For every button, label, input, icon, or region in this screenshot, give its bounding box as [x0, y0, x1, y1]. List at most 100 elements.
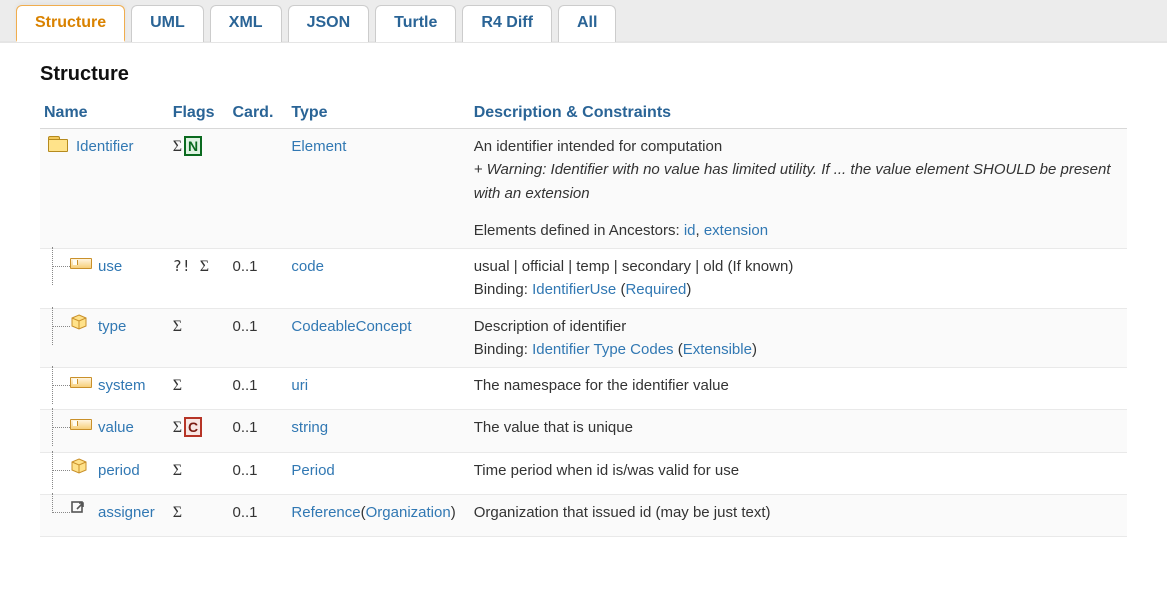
- structure-table: Name Flags Card. Type Description & Cons…: [40, 100, 1127, 537]
- element-identifier[interactable]: Identifier: [76, 135, 134, 158]
- type-uri[interactable]: uri: [291, 377, 308, 394]
- flags-cell: ΣN: [169, 129, 229, 249]
- description-cell: usual | official | temp | secondary | ol…: [470, 249, 1127, 309]
- type-cell: Element: [287, 129, 469, 249]
- description-text: Time period when id is/was valid for use: [474, 459, 1113, 482]
- col-card[interactable]: Card.: [229, 100, 288, 129]
- tab-all[interactable]: All: [558, 5, 616, 42]
- ancestor-id[interactable]: id: [684, 222, 696, 239]
- flags-cell: ΣC: [169, 410, 229, 452]
- modifier-flag: ?!: [173, 257, 200, 275]
- description-text: The value that is unique: [474, 416, 1113, 439]
- tab-r4-diff[interactable]: R4 Diff: [462, 5, 552, 42]
- normative-flag: N: [184, 136, 202, 156]
- col-name[interactable]: Name: [40, 100, 169, 129]
- flags-cell: Σ: [169, 494, 229, 536]
- summary-flag: Σ: [173, 318, 182, 335]
- constraint-flag: C: [184, 417, 202, 437]
- flags-cell: Σ: [169, 368, 229, 410]
- binding-value[interactable]: IdentifierUse: [532, 281, 616, 298]
- tab-xml[interactable]: XML: [210, 5, 282, 42]
- ref-icon: [70, 500, 92, 516]
- type-cell: Period: [287, 452, 469, 494]
- prim-icon: [70, 254, 92, 270]
- description-cell: Description of identifierBinding: Identi…: [470, 308, 1127, 368]
- binding-line: Binding: IdentifierUse (Required): [474, 278, 1113, 301]
- cardinality: 0..1: [229, 494, 288, 536]
- summary-flag: Σ: [173, 377, 182, 394]
- ancestors-line: Elements defined in Ancestors: id, exten…: [474, 219, 1113, 242]
- cardinality: 0..1: [229, 249, 288, 309]
- table-row: period Σ 0..1Period Time period when id is/…: [40, 452, 1127, 494]
- table-row: Identifier ΣN Element An identifier intende…: [40, 129, 1127, 249]
- binding-strength[interactable]: Required: [625, 281, 686, 298]
- cardinality: 0..1: [229, 452, 288, 494]
- type-cell: string: [287, 410, 469, 452]
- type-string[interactable]: string: [291, 419, 328, 436]
- flags-cell: Σ: [169, 308, 229, 368]
- table-row: valueΣC0..1stringThe value that is uniqu…: [40, 410, 1127, 452]
- cardinality: 0..1: [229, 308, 288, 368]
- constraint-warning: Warning: Identifier with no value has li…: [474, 158, 1113, 205]
- cardinality: [229, 129, 288, 249]
- type-cell: code: [287, 249, 469, 309]
- table-row: assigner Σ 0..1Reference(Organization)Orga…: [40, 494, 1127, 536]
- element-period[interactable]: period: [98, 459, 140, 482]
- tab-uml[interactable]: UML: [131, 5, 204, 42]
- binding-strength[interactable]: Extensible: [683, 341, 752, 358]
- prim-icon: [70, 373, 92, 389]
- type-cell: CodeableConcept: [287, 308, 469, 368]
- cube-icon: [70, 314, 92, 330]
- type-reference[interactable]: Reference: [291, 504, 360, 521]
- description-text: usual | official | temp | secondary | ol…: [474, 255, 1113, 278]
- structure-panel: Structure Name Flags Card. Type Descript…: [0, 43, 1167, 557]
- type-period[interactable]: Period: [291, 462, 334, 479]
- summary-flag: Σ: [173, 462, 182, 479]
- description-cell: Organization that issued id (may be just…: [470, 494, 1127, 536]
- description-text: An identifier intended for computation: [474, 135, 1113, 158]
- description-text: The namespace for the identifier value: [474, 374, 1113, 397]
- element-type[interactable]: type: [98, 315, 126, 338]
- ancestor-extension[interactable]: extension: [704, 222, 768, 239]
- summary-flag: Σ: [173, 138, 182, 155]
- table-row: use?! Σ0..1codeusual | official | temp |…: [40, 249, 1127, 309]
- binding-value[interactable]: Identifier Type Codes: [532, 341, 673, 358]
- tab-structure[interactable]: Structure: [16, 5, 125, 42]
- binding-line: Binding: Identifier Type Codes (Extensib…: [474, 338, 1113, 361]
- type-cell: uri: [287, 368, 469, 410]
- table-row: system Σ 0..1uri The namespace for the iden…: [40, 368, 1127, 410]
- section-heading: Structure: [40, 63, 1127, 86]
- cardinality: 0..1: [229, 410, 288, 452]
- col-type[interactable]: Type: [287, 100, 469, 129]
- description-cell: The value that is unique: [470, 410, 1127, 452]
- element-use[interactable]: use: [98, 255, 122, 278]
- type-target-organization[interactable]: Organization: [366, 504, 451, 521]
- summary-flag: Σ: [200, 258, 209, 275]
- flags-cell: Σ: [169, 452, 229, 494]
- col-flags[interactable]: Flags: [169, 100, 229, 129]
- element-value[interactable]: value: [98, 416, 134, 439]
- summary-flag: Σ: [173, 504, 182, 521]
- folder-icon: [48, 134, 70, 150]
- element-assigner[interactable]: assigner: [98, 501, 155, 524]
- description-text: Organization that issued id (may be just…: [474, 501, 1113, 524]
- table-row: type Σ 0..1CodeableConcept Description of i…: [40, 308, 1127, 368]
- prim-icon: [70, 415, 92, 431]
- description-cell: An identifier intended for computationWa…: [470, 129, 1127, 249]
- type-code[interactable]: code: [291, 258, 324, 275]
- type-codeableconcept[interactable]: CodeableConcept: [291, 318, 411, 335]
- element-system[interactable]: system: [98, 374, 146, 397]
- cardinality: 0..1: [229, 368, 288, 410]
- col-desc[interactable]: Description & Constraints: [470, 100, 1127, 129]
- tab-json[interactable]: JSON: [288, 5, 370, 42]
- cube-icon: [70, 458, 92, 474]
- description-text: Description of identifier: [474, 315, 1113, 338]
- description-cell: The namespace for the identifier value: [470, 368, 1127, 410]
- type-element[interactable]: Element: [291, 138, 346, 155]
- summary-flag: Σ: [173, 419, 182, 436]
- description-cell: Time period when id is/was valid for use: [470, 452, 1127, 494]
- type-cell: Reference(Organization): [287, 494, 469, 536]
- flags-cell: ?! Σ: [169, 249, 229, 309]
- tab-turtle[interactable]: Turtle: [375, 5, 456, 42]
- tab-strip: StructureUMLXMLJSONTurtleR4 DiffAll: [0, 0, 1167, 43]
